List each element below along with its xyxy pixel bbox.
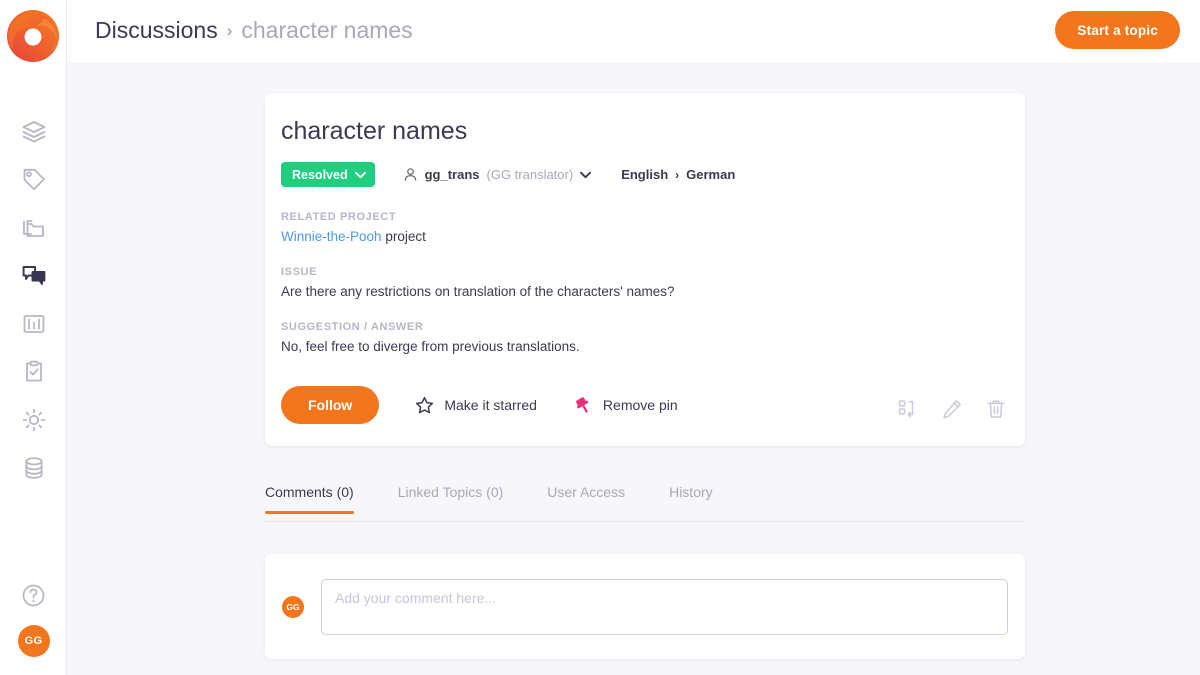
chevron-down-icon: [355, 171, 366, 179]
remove-pin-button[interactable]: Remove pin: [573, 395, 678, 415]
project-suffix: project: [382, 229, 426, 244]
pencil-icon[interactable]: [941, 398, 963, 420]
swirl-logo-icon: [4, 7, 62, 65]
status-badge-label: Resolved: [292, 168, 348, 182]
suggestion-value: No, feel free to diverge from previous t…: [281, 339, 1009, 354]
topic-tool-icons: [897, 398, 1007, 420]
start-a-topic-button[interactable]: Start a topic: [1055, 11, 1180, 49]
app-logo[interactable]: [4, 7, 62, 65]
comment-input[interactable]: [321, 579, 1008, 635]
follow-button[interactable]: Follow: [281, 386, 379, 424]
remove-pin-label: Remove pin: [603, 397, 678, 413]
related-project-field: RELATED PROJECT Winnie-the-Pooh project: [281, 211, 1009, 244]
status-badge[interactable]: Resolved: [281, 162, 375, 187]
tab-linked-topics[interactable]: Linked Topics (0): [398, 478, 504, 513]
top-header: Discussions › character names Start a to…: [67, 0, 1200, 62]
issue-field: ISSUE Are there any restrictions on tran…: [281, 266, 1009, 299]
sidebar-item-settings[interactable]: [0, 396, 67, 444]
clipboard-check-icon: [21, 359, 47, 385]
question-circle-icon: [21, 583, 46, 608]
source-language: English: [621, 167, 668, 182]
tab-comments[interactable]: Comments (0): [265, 478, 354, 513]
tag-icon: [21, 167, 47, 193]
sidebar: GG: [0, 0, 67, 675]
sidebar-item-files[interactable]: [0, 204, 67, 252]
issue-label: ISSUE: [281, 266, 1009, 278]
topic-tabs: Comments (0) Linked Topics (0) User Acce…: [265, 478, 1025, 522]
make-it-starred-label: Make it starred: [444, 397, 537, 413]
assignee-name: gg_trans: [425, 167, 480, 182]
project-link[interactable]: Winnie-the-Pooh: [281, 229, 382, 244]
chat-bubbles-icon: [21, 263, 47, 289]
breadcrumb-root[interactable]: Discussions: [95, 17, 218, 44]
sidebar-item-layers[interactable]: [0, 108, 67, 156]
database-icon: [21, 455, 47, 481]
app-root: GG Discussions › character names Start a…: [0, 0, 1200, 675]
avatar[interactable]: GG: [18, 625, 50, 657]
topic-card: character names Resolved gg_trans: [265, 93, 1025, 446]
trash-icon[interactable]: [985, 398, 1007, 420]
related-project-value: Winnie-the-Pooh project: [281, 229, 1009, 244]
move-icon[interactable]: [897, 398, 919, 420]
sidebar-nav: [0, 108, 67, 492]
breadcrumb-current: character names: [241, 17, 412, 44]
target-language: German: [686, 167, 735, 182]
suggestion-label: SUGGESTION / ANSWER: [281, 321, 1009, 333]
topic-actions: Follow Make it starred: [281, 376, 1009, 446]
breadcrumb-separator-icon: ›: [227, 21, 233, 41]
sidebar-footer: GG: [0, 573, 67, 665]
bar-chart-icon: [21, 311, 47, 337]
comment-composer: GG: [265, 554, 1025, 659]
tab-user-access[interactable]: User Access: [547, 478, 625, 513]
pin-icon: [573, 395, 593, 415]
tab-history[interactable]: History: [669, 478, 713, 513]
suggestion-field: SUGGESTION / ANSWER No, feel free to div…: [281, 321, 1009, 354]
comment-avatar: GG: [282, 596, 304, 618]
folder-icon: [21, 215, 47, 241]
issue-value: Are there any restrictions on translatio…: [281, 284, 1009, 299]
person-icon: [403, 167, 418, 182]
user-avatar-wrap: GG: [0, 617, 67, 665]
assignee-selector[interactable]: gg_trans (GG translator): [403, 167, 592, 182]
gear-icon: [21, 407, 47, 433]
breadcrumb: Discussions › character names: [95, 17, 413, 44]
sidebar-item-discussions[interactable]: [0, 252, 67, 300]
help-button[interactable]: [0, 573, 67, 617]
star-outline-icon: [415, 396, 434, 415]
page-title: character names: [281, 117, 1009, 146]
assignee-role: (GG translator): [487, 167, 574, 182]
related-project-label: RELATED PROJECT: [281, 211, 1009, 223]
sidebar-item-reports[interactable]: [0, 300, 67, 348]
sidebar-item-tags[interactable]: [0, 156, 67, 204]
topic-meta-row: Resolved gg_trans (GG translator): [281, 162, 1009, 187]
sidebar-item-databases[interactable]: [0, 444, 67, 492]
main-content: character names Resolved gg_trans: [67, 62, 1200, 675]
language-pair: English › German: [621, 167, 735, 182]
chevron-down-icon: [580, 171, 591, 179]
arrow-right-icon: ›: [675, 168, 679, 182]
sidebar-item-tasks[interactable]: [0, 348, 67, 396]
make-it-starred-button[interactable]: Make it starred: [415, 396, 537, 415]
layers-icon: [21, 119, 47, 145]
